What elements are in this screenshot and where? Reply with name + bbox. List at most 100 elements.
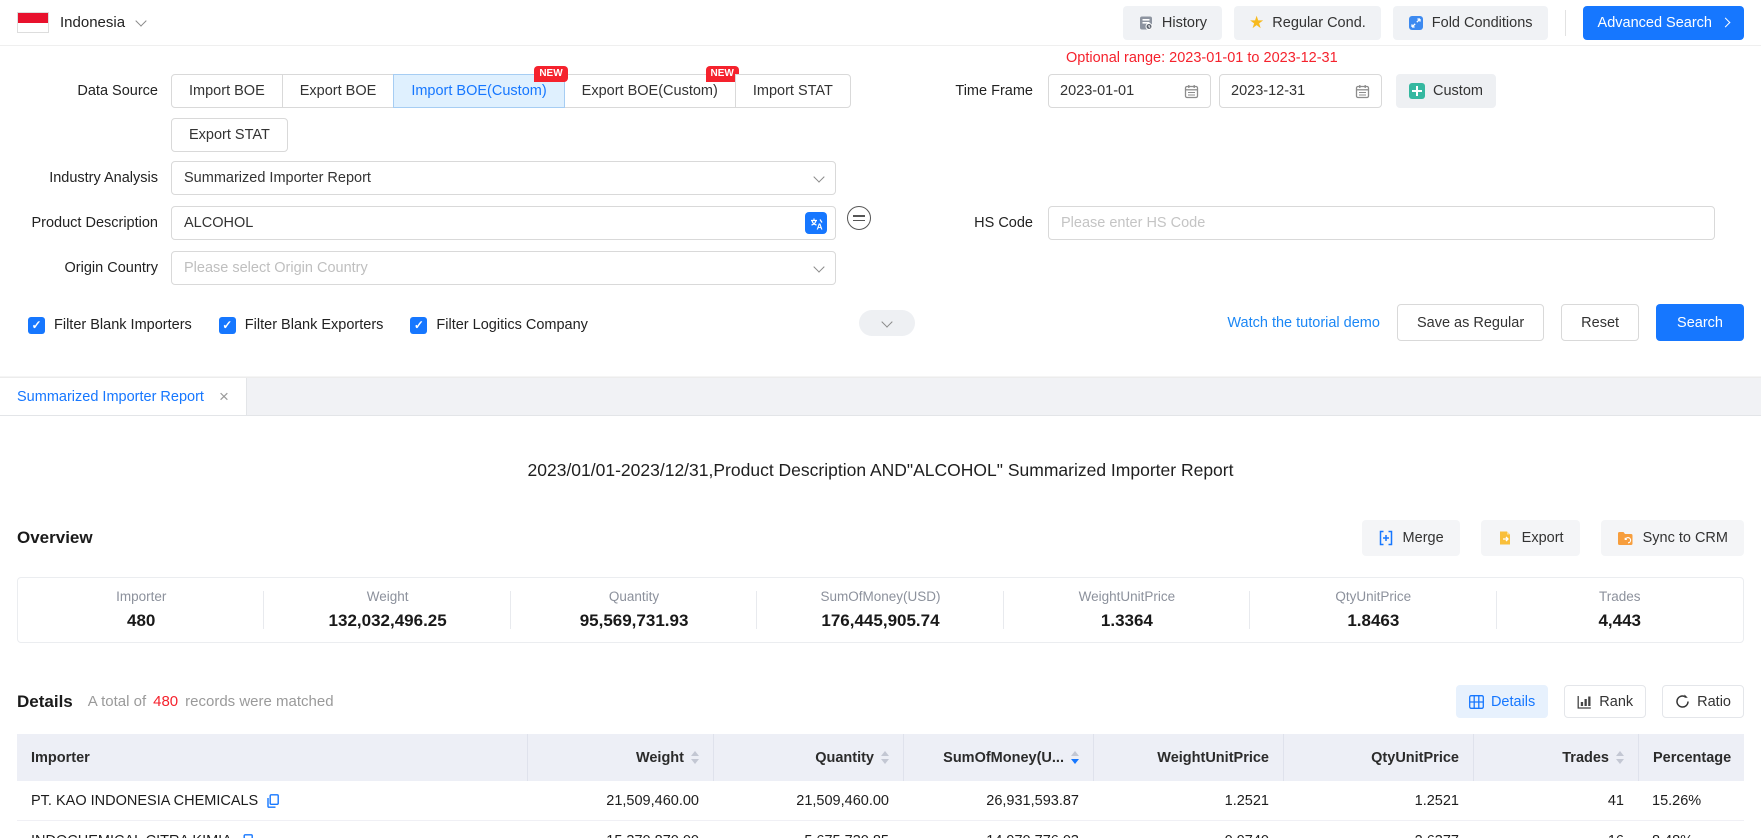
tab-import-boe-custom[interactable]: Import BOE(Custom)NEW [393,74,564,108]
topbar: Indonesia History ★ Regular Cond. Fold C… [0,0,1761,46]
stat-label: Importer [116,589,166,604]
stat-weight: Weight 132,032,496.25 [264,578,510,642]
result-tab-strip: Summarized Importer Report × [0,377,1761,416]
end-date-input[interactable]: 2023-12-31 [1219,74,1382,108]
fold-conditions-button[interactable]: Fold Conditions [1393,6,1548,40]
tab-label: Export BOE [300,83,377,99]
cell-trades: 16 [1473,821,1638,838]
synonym-icon[interactable] [847,206,871,230]
sync-crm-icon [1617,531,1634,546]
calendar-icon [1355,84,1370,99]
column-label: Quantity [815,750,874,766]
column-header-importer[interactable]: Importer [17,734,527,781]
details-header: Details A total of480records were matche… [17,685,1744,718]
custom-label: Custom [1433,83,1483,99]
stat-value: 4,443 [1598,611,1641,631]
translate-icon[interactable]: A [805,212,827,234]
tutorial-link[interactable]: Watch the tutorial demo [1227,315,1380,331]
tab-export-boe[interactable]: Export BOE [282,74,395,108]
filter-blank-importers-checkbox[interactable]: ✓ Filter Blank Importers [28,317,192,334]
column-header-sum-of-money[interactable]: SumOfMoney(U... [903,734,1093,781]
regular-cond-button[interactable]: ★ Regular Cond. [1234,6,1381,40]
industry-analysis-select[interactable]: Summarized Importer Report [171,161,836,195]
data-source-label: Data Source [0,74,158,108]
product-description-label: Product Description [0,206,158,240]
tab-summarized-importer-report[interactable]: Summarized Importer Report × [0,378,247,415]
view-rank-button[interactable]: Rank [1564,685,1646,718]
history-label: History [1162,15,1207,31]
history-button[interactable]: History [1123,6,1222,40]
search-form: Optional range: 2023-01-01 to 2023-12-31… [0,46,1761,377]
view-details-button[interactable]: Details [1456,685,1548,718]
filter-blank-exporters-checkbox[interactable]: ✓ Filter Blank Exporters [219,317,384,334]
view-ratio-button[interactable]: Ratio [1662,685,1744,718]
advanced-search-button[interactable]: Advanced Search [1583,6,1744,40]
hs-code-input[interactable] [1048,206,1715,240]
close-icon[interactable]: × [219,388,229,405]
cell-percentage: 15.26% [1638,781,1744,820]
sync-to-crm-button[interactable]: Sync to CRM [1601,520,1744,556]
column-header-weight[interactable]: Weight [527,734,713,781]
search-button[interactable]: Search [1656,304,1744,341]
start-date-value: 2023-01-01 [1060,83,1134,99]
match-prefix: A total of [88,693,146,710]
column-label: QtyUnitPrice [1371,750,1459,766]
sort-icon-active[interactable] [1071,751,1079,764]
save-as-regular-button[interactable]: Save as Regular [1397,304,1544,341]
country-selector-label[interactable]: Indonesia [60,14,125,31]
column-header-qty-unit-price[interactable]: QtyUnitPrice [1283,734,1473,781]
copy-icon[interactable] [241,834,253,838]
star-icon: ★ [1249,14,1264,31]
cell-weight-unit-price: 0.9740 [1093,821,1283,838]
start-date-input[interactable]: 2023-01-01 [1048,74,1211,108]
column-label: Trades [1562,750,1609,766]
checkbox-label: Filter Blank Importers [54,317,192,333]
reset-button[interactable]: Reset [1561,304,1639,341]
copy-icon[interactable] [267,794,279,808]
column-header-weight-unit-price[interactable]: WeightUnitPrice [1093,734,1283,781]
table-row: PT. KAO INDONESIA CHEMICALS 21,509,460.0… [17,781,1744,821]
sort-icon[interactable] [881,751,889,764]
importer-name-link[interactable]: INDOCHEMICAL CITRA KIMIA [31,833,232,838]
tab-label: Import BOE(Custom) [411,83,546,99]
cell-percentage: 8.48% [1638,821,1744,838]
tab-export-boe-custom[interactable]: Export BOE(Custom)NEW [564,74,736,108]
stat-quantity: Quantity 95,569,731.93 [511,578,757,642]
tab-export-stat[interactable]: Export STAT [171,118,288,152]
cell-qty-unit-price: 2.6377 [1283,821,1473,838]
hs-code-group: HS Code [875,206,1715,240]
product-description-input[interactable] [184,215,805,231]
importer-name-link[interactable]: PT. KAO INDONESIA CHEMICALS [31,793,258,809]
chevron-down-icon[interactable] [135,15,146,26]
origin-country-select[interactable]: Please select Origin Country [171,251,836,285]
column-header-quantity[interactable]: Quantity [713,734,903,781]
sort-icon[interactable] [1616,751,1624,764]
view-switcher: Details Rank Ratio [1456,685,1744,718]
chevron-down-icon [881,316,892,327]
custom-range-button[interactable]: Custom [1396,74,1496,108]
column-header-trades[interactable]: Trades [1473,734,1638,781]
cell-sum-of-money: 26,931,593.87 [903,781,1093,820]
collapse-conditions-button[interactable] [859,310,915,336]
topbar-divider [1565,10,1566,36]
cell-trades: 41 [1473,781,1638,820]
column-header-percentage[interactable]: Percentage [1638,734,1744,781]
table-row: INDOCHEMICAL CITRA KIMIA 15,370,870.00 5… [17,821,1744,838]
filter-logistics-company-checkbox[interactable]: ✓ Filter Logitics Company [410,317,588,334]
overview-header: Overview Merge Export Sync to CRM [17,520,1744,556]
tab-label: Export BOE(Custom) [582,83,718,99]
overview-heading: Overview [17,528,93,548]
details-table: Importer Weight Quantity SumOfMoney(U...… [17,734,1744,838]
view-ratio-label: Ratio [1697,694,1731,710]
tab-import-stat[interactable]: Import STAT [735,74,851,108]
tab-import-boe[interactable]: Import BOE [171,74,283,108]
export-icon [1497,530,1513,546]
merge-button[interactable]: Merge [1362,520,1460,556]
stat-weight-unit-price: WeightUnitPrice 1.3364 [1004,578,1250,642]
sort-icon[interactable] [691,751,699,764]
product-description-field: A [171,206,836,240]
checkbox-checked-icon: ✓ [219,317,236,334]
match-text: A total of480records were matched [88,693,334,710]
export-button[interactable]: Export [1481,520,1580,556]
regular-cond-label: Regular Cond. [1272,15,1366,31]
